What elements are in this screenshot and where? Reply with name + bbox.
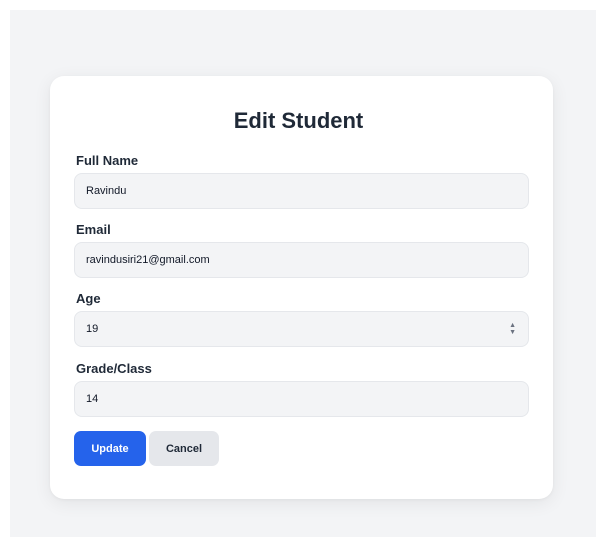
age-label: Age xyxy=(76,291,101,306)
grade-class-input[interactable]: 14 xyxy=(74,381,529,417)
update-button[interactable]: Update xyxy=(74,431,146,466)
grade-class-label: Grade/Class xyxy=(76,361,152,376)
email-value: ravindusiri21@gmail.com xyxy=(86,254,210,266)
full-name-input[interactable]: Ravindu xyxy=(74,173,529,209)
age-value: 19 xyxy=(86,323,99,335)
email-label: Email xyxy=(76,222,111,237)
grade-class-value: 14 xyxy=(86,393,99,405)
full-name-label: Full Name xyxy=(76,153,139,168)
email-input[interactable]: ravindusiri21@gmail.com xyxy=(74,242,529,278)
page-title: Edit Student xyxy=(233,108,364,133)
age-input[interactable]: 19 ▲ ▼ xyxy=(74,311,529,347)
cancel-button[interactable]: Cancel xyxy=(149,431,219,466)
stepper-arrows-icon[interactable]: ▲ ▼ xyxy=(509,322,516,336)
chevron-up-icon[interactable]: ▲ xyxy=(509,322,516,329)
full-name-value: Ravindu xyxy=(86,185,127,197)
chevron-down-icon[interactable]: ▼ xyxy=(509,329,516,336)
